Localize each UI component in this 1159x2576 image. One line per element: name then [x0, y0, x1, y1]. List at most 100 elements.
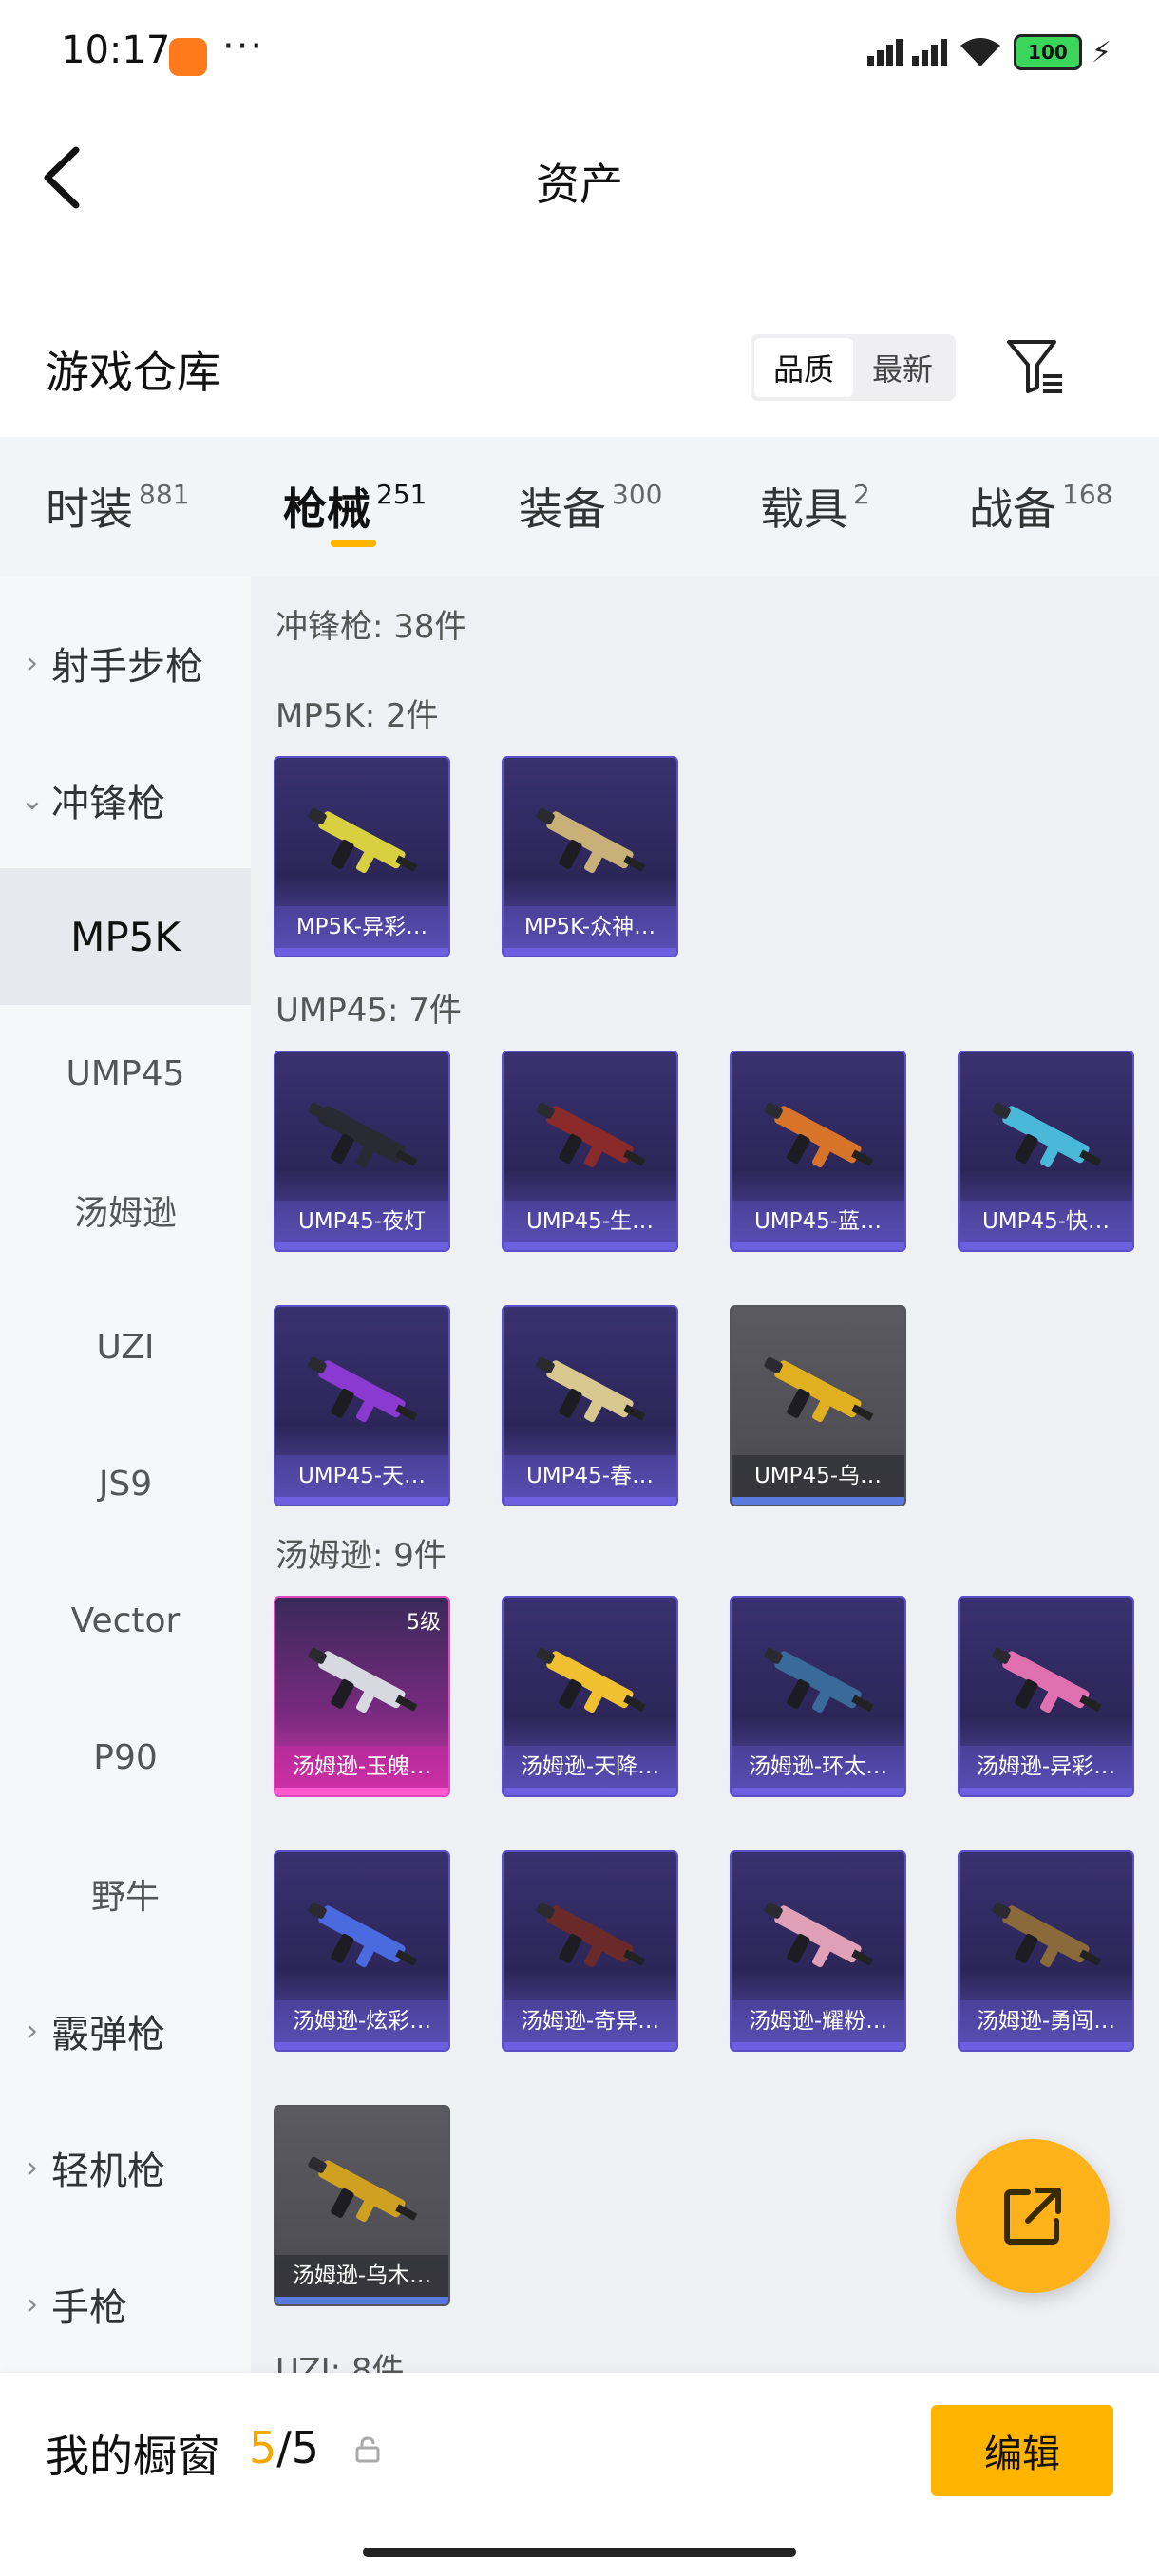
tab-fashion[interactable]: 时装 881 — [46, 475, 189, 538]
tab-guns[interactable]: 枪械 251 — [283, 475, 427, 538]
rarity-bar — [732, 1788, 904, 1795]
weapon-card[interactable]: UMP45-蓝… — [730, 1051, 906, 1252]
sort-quality-button[interactable]: 品质 — [754, 338, 853, 397]
share-button[interactable] — [956, 2139, 1110, 2293]
wifi-icon — [960, 38, 1000, 66]
tab-count: 881 — [139, 479, 190, 510]
sidebar-item[interactable]: › 手枪 — [0, 2236, 251, 2373]
tab-vehicles[interactable]: 载具 2 — [760, 475, 870, 538]
weapon-skin-icon — [536, 1102, 646, 1168]
sidebar-item[interactable]: UZI — [0, 1279, 251, 1415]
home-indicator[interactable] — [363, 2548, 796, 2557]
weapon-card-name: 汤姆逊-耀粉… — [732, 2000, 904, 2042]
weapon-card[interactable]: 5级 汤姆逊-玉魄… — [274, 1596, 450, 1797]
weapon-card[interactable]: 汤姆逊-耀粉… — [730, 1850, 906, 2052]
weapon-card-name: UMP45-夜灯 — [276, 1201, 448, 1242]
weapon-card[interactable]: 汤姆逊-异彩… — [958, 1596, 1134, 1797]
weapon-card[interactable]: UMP45-乌… — [730, 1305, 906, 1506]
rarity-bar — [276, 2297, 448, 2304]
weapon-card-name: 汤姆逊-玉魄… — [276, 1746, 448, 1788]
weapon-card[interactable]: UMP45-快… — [958, 1051, 1134, 1252]
tab-label: 战备 — [969, 483, 1056, 535]
weapon-card[interactable]: MP5K-众神… — [502, 756, 678, 957]
edit-button[interactable]: 编辑 — [931, 2405, 1113, 2496]
sidebar-item-label: Vector — [70, 1601, 180, 1640]
signal-icon — [866, 39, 902, 66]
section-title: MP5K: 2件 — [276, 697, 439, 735]
tab-count: 168 — [1062, 479, 1113, 510]
weapon-card-name: UMP45-春… — [504, 1455, 676, 1497]
tab-count: 251 — [376, 479, 428, 510]
sidebar-item[interactable]: JS9 — [0, 1415, 251, 1552]
sidebar-item[interactable]: 汤姆逊 — [0, 1142, 251, 1279]
sidebar-item-label: JS9 — [98, 1464, 153, 1504]
chevron-right-icon: › — [27, 2014, 38, 2048]
tab-supplies[interactable]: 战备 168 — [969, 475, 1112, 538]
page-header: 资产 — [0, 114, 1159, 237]
weapon-card[interactable]: UMP45-生… — [502, 1051, 678, 1252]
rarity-bar — [276, 1788, 448, 1795]
status-bar: 10:17 ··· 100 ⚡ — [0, 0, 1159, 114]
chevron-down-icon: ⌄ — [20, 783, 45, 817]
weapon-card[interactable]: UMP45-春… — [502, 1305, 678, 1506]
tab-equipment[interactable]: 装备 300 — [519, 475, 662, 538]
tab-label: 枪械 — [283, 483, 370, 535]
sidebar-item[interactable]: › 轻机枪 — [0, 2099, 251, 2236]
weapon-card-name: UMP45-蓝… — [732, 1201, 904, 1242]
sidebar-item-label: UMP45 — [66, 1053, 185, 1093]
more-notifications-icon: ··· — [222, 25, 265, 68]
rarity-bar — [276, 948, 448, 956]
rarity-bar — [960, 1242, 1132, 1250]
rarity-bar — [276, 1497, 448, 1505]
weapon-card[interactable]: 汤姆逊-奇异… — [502, 1850, 678, 2052]
sidebar-item-label: P90 — [93, 1737, 158, 1777]
charging-icon: ⚡ — [1091, 35, 1112, 69]
weapon-skin-icon — [992, 1902, 1102, 1968]
weapon-card[interactable]: 汤姆逊-炫彩… — [274, 1850, 450, 2052]
share-icon — [1004, 2188, 1061, 2245]
weapon-card-name: 汤姆逊-异彩… — [960, 1746, 1132, 1788]
weapon-skin-icon — [536, 807, 646, 874]
sidebar-item[interactable]: MP5K — [0, 868, 251, 1005]
page-title: 资产 — [536, 159, 623, 210]
weapon-card-name: UMP45-快… — [960, 1201, 1132, 1242]
sidebar-item[interactable]: › 霰弹枪 — [0, 1962, 251, 2099]
rarity-bar — [504, 2042, 676, 2050]
weapon-skin-icon — [308, 807, 418, 874]
sidebar-item-label: MP5K — [70, 913, 180, 960]
section-title: UMP45: 7件 — [276, 992, 462, 1030]
rarity-bar — [504, 1242, 676, 1250]
sidebar-item-label: 霰弹枪 — [51, 2013, 165, 2056]
sidebar-item[interactable]: P90 — [0, 1689, 251, 1826]
status-time: 10:17 — [61, 28, 171, 72]
sidebar-item[interactable]: UMP45 — [0, 1005, 251, 1142]
weapon-card[interactable]: 汤姆逊-天降… — [502, 1596, 678, 1797]
sort-newest-button[interactable]: 最新 — [853, 338, 952, 397]
weapon-card[interactable]: 汤姆逊-乌木… — [274, 2105, 450, 2306]
sidebar-item[interactable]: Vector — [0, 1552, 251, 1689]
sidebar-item[interactable]: ⌄ 冲锋枪 — [0, 731, 251, 868]
rarity-bar — [732, 1497, 904, 1505]
sidebar-item[interactable]: 野牛 — [0, 1826, 251, 1962]
weapon-skin-icon — [764, 1647, 874, 1714]
sidebar-item-label: 手枪 — [51, 2286, 127, 2330]
sidebar-item-label: 冲锋枪 — [51, 782, 165, 825]
showcase-title: 我的橱窗 — [46, 2431, 220, 2482]
filter-icon[interactable] — [1005, 336, 1066, 397]
weapon-skin-icon — [308, 1902, 418, 1968]
weapon-card-name: MP5K-众神… — [504, 906, 676, 948]
weapon-card[interactable]: 汤姆逊-环太… — [730, 1596, 906, 1797]
weapon-card[interactable]: UMP45-夜灯 — [274, 1051, 450, 1252]
weapon-card[interactable]: 汤姆逊-勇闯… — [958, 1850, 1134, 2052]
weapon-card[interactable]: UMP45-天… — [274, 1305, 450, 1506]
tab-label: 时装 — [46, 483, 133, 535]
sidebar-item[interactable]: › 射手步枪 — [0, 595, 251, 731]
sort-toggle: 品质 最新 — [750, 334, 956, 401]
sidebar-item-label: UZI — [96, 1327, 155, 1367]
showcase-count-current: 5 — [249, 2422, 277, 2473]
weapon-card[interactable]: MP5K-异彩… — [274, 756, 450, 957]
weapon-card-name: 汤姆逊-天降… — [504, 1746, 676, 1788]
sidebar-item-label: 汤姆逊 — [73, 1194, 177, 1233]
weapon-skin-icon — [764, 1902, 874, 1968]
section-title: 汤姆逊: 9件 — [276, 1537, 446, 1575]
